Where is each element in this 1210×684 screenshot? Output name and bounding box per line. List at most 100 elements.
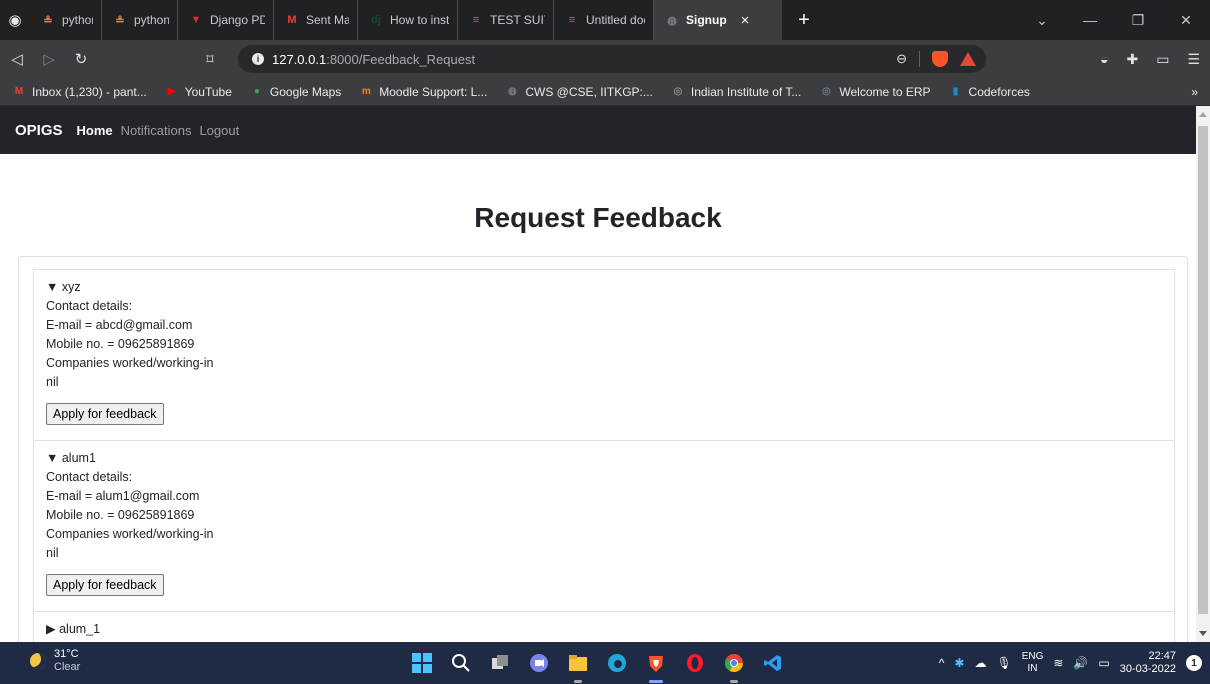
window-controls: ⌄ — ❐ ✕ xyxy=(1018,0,1210,40)
bookmark-page-icon[interactable]: ⌑ xyxy=(200,51,220,68)
bookmark-item[interactable]: ● Google Maps xyxy=(250,85,341,99)
browser-tab[interactable]: ◍ Signup × xyxy=(654,0,782,40)
taskbar-apps xyxy=(410,642,785,684)
bookmark-item[interactable]: ◎ Indian Institute of T... xyxy=(671,85,802,99)
battery-icon[interactable]: ▭ xyxy=(1098,656,1109,670)
browser-tab[interactable]: ≗ python - Djan xyxy=(30,0,102,40)
navbar-brand[interactable]: OPIGS xyxy=(15,122,63,139)
wifi-icon[interactable]: ≋ xyxy=(1053,656,1063,670)
microphone-icon[interactable]: 🎙 xyxy=(996,656,1011,670)
clock-date: 30-03-2022 xyxy=(1119,663,1176,675)
incognito-icon[interactable]: ◒ xyxy=(1100,51,1108,67)
alumni-item: ▼ alum1 Contact details: E-mail = alum1@gm… xyxy=(34,441,1174,612)
browser-tab[interactable]: ▼ Django PDF C xyxy=(178,0,274,40)
file-explorer-icon[interactable] xyxy=(566,651,590,683)
bookmark-item[interactable]: ▶ YouTube xyxy=(165,85,232,99)
bookmark-item[interactable]: ◎ Welcome to ERP xyxy=(819,84,931,99)
minimize-button[interactable]: — xyxy=(1066,12,1114,28)
zoom-icon[interactable]: ⊖ xyxy=(896,51,907,67)
django-icon: dj xyxy=(371,14,381,26)
new-tab-button[interactable]: + xyxy=(794,9,814,32)
bookmark-item[interactable]: ▮ Codeforces xyxy=(949,85,1030,99)
url-host: 127.0.0.1 xyxy=(272,51,327,67)
alumni-summary-toggle[interactable]: ▶ alum_1 xyxy=(46,620,1162,639)
app-running-indicator xyxy=(730,680,738,683)
browser-tab[interactable]: dj How to instal xyxy=(358,0,458,40)
address-bar[interactable]: i 127.0.0.1 :8000/Feedback_Request ⊖ xyxy=(238,45,986,73)
page-title: Request Feedback xyxy=(474,202,722,233)
menu-icon[interactable]: ☰ xyxy=(1187,51,1200,68)
wallet-icon[interactable]: ▭ xyxy=(1156,51,1169,68)
app-running-indicator xyxy=(574,680,582,683)
alumni-name: alum_1 xyxy=(59,622,101,636)
cloud-sync-icon[interactable]: ☁ xyxy=(974,656,986,670)
site-navbar: OPIGS Home Notifications Logout xyxy=(0,106,1196,154)
bookmark-label: Welcome to ERP xyxy=(839,84,931,99)
companies-value: nil xyxy=(46,546,59,560)
nav-link-logout[interactable]: Logout xyxy=(199,123,239,138)
scroll-up-arrow[interactable] xyxy=(1199,112,1207,117)
bluetooth-icon[interactable]: ✱ xyxy=(954,656,964,670)
tab-list-dropdown-icon[interactable]: ⌄ xyxy=(1018,12,1066,29)
brave-rewards-icon[interactable] xyxy=(960,52,976,66)
vercel-icon: ▼ xyxy=(190,14,202,26)
task-view-icon[interactable] xyxy=(488,651,512,675)
volume-icon[interactable]: 🔊 xyxy=(1073,656,1088,670)
bookmark-item[interactable]: ◍ CWS @CSE, IITKGP:... xyxy=(505,85,653,99)
alumni-summary-toggle[interactable]: ▼ alum1 xyxy=(46,449,1162,468)
bookmarks-overflow-button[interactable]: » xyxy=(1191,85,1198,99)
alumni-summary-toggle[interactable]: ▼ xyz xyxy=(46,278,1162,297)
bookmark-item[interactable]: m Moodle Support: L... xyxy=(359,85,488,99)
start-button[interactable] xyxy=(410,651,434,675)
bookmark-item[interactable]: M Inbox (1,230) - pant... xyxy=(12,85,147,99)
clock-time: 22:47 xyxy=(1148,650,1176,662)
chrome-icon[interactable] xyxy=(722,651,746,683)
page-scrollbar[interactable] xyxy=(1196,106,1210,642)
nav-link-home[interactable]: Home xyxy=(77,123,113,138)
teams-chat-icon[interactable] xyxy=(527,651,551,675)
edge-icon[interactable] xyxy=(605,651,629,675)
apply-for-feedback-button[interactable]: Apply for feedback xyxy=(46,403,164,425)
opera-icon[interactable] xyxy=(683,651,707,675)
maximize-button[interactable]: ❐ xyxy=(1114,12,1162,29)
notification-badge[interactable]: 1 xyxy=(1186,655,1202,671)
disclosure-closed-icon: ▶ xyxy=(46,622,60,636)
bookmark-label: CWS @CSE, IITKGP:... xyxy=(525,84,653,99)
gmail-icon: M xyxy=(287,14,297,26)
forward-button[interactable]: ▷ xyxy=(34,44,64,74)
extension-area: ◒ ✚ ▭ ☰ xyxy=(1100,40,1200,78)
alumni-name: alum1 xyxy=(61,451,96,465)
brave-browser-icon[interactable] xyxy=(644,651,668,683)
site-info-icon[interactable]: i xyxy=(252,53,264,65)
search-icon[interactable] xyxy=(449,651,473,675)
feedback-card: ▼ xyz Contact details: E-mail = abcd@gmail… xyxy=(18,256,1188,642)
language-indicator[interactable]: ENG IN xyxy=(1022,651,1044,675)
reload-button[interactable]: ↻ xyxy=(66,44,96,74)
show-hidden-icons-icon[interactable]: ^ xyxy=(939,656,945,670)
scroll-down-arrow[interactable] xyxy=(1199,631,1207,636)
back-button[interactable]: ◁ xyxy=(2,44,32,74)
extensions-icon[interactable]: ✚ xyxy=(1126,51,1138,68)
close-window-button[interactable]: ✕ xyxy=(1162,12,1210,29)
browser-tab[interactable]: ≗ python - Djar xyxy=(102,0,178,40)
scrollbar-thumb[interactable] xyxy=(1198,126,1208,614)
alumni-name: xyz xyxy=(61,280,81,294)
browser-tab[interactable]: ≡ TEST SUITE - xyxy=(458,0,554,40)
apply-for-feedback-button[interactable]: Apply for feedback xyxy=(46,574,164,596)
alumni-item: ▶ alum_1 xyxy=(34,612,1174,642)
alumni-email: E-mail = abcd@gmail.com xyxy=(46,318,193,332)
bookmark-label: Google Maps xyxy=(269,84,342,99)
tab-search-icon[interactable]: ◉ xyxy=(0,0,30,40)
disclosure-open-icon: ▼ xyxy=(46,451,62,465)
brave-shields-icon[interactable] xyxy=(932,51,948,67)
clock[interactable]: 22:47 30-03-2022 xyxy=(1120,650,1176,676)
tab-title: python - Djan xyxy=(62,13,93,27)
browser-tab[interactable]: ≡ Untitled docu xyxy=(554,0,654,40)
weather-widget[interactable]: 31°C Clear xyxy=(30,648,80,674)
vscode-icon[interactable] xyxy=(761,651,785,675)
contact-details-label: Contact details: xyxy=(46,299,133,313)
close-tab-button[interactable]: × xyxy=(741,12,750,29)
nav-link-notifications[interactable]: Notifications xyxy=(121,123,192,138)
browser-tab[interactable]: M Sent Mail - p xyxy=(274,0,358,40)
tab-title: Django PDF C xyxy=(210,13,265,27)
